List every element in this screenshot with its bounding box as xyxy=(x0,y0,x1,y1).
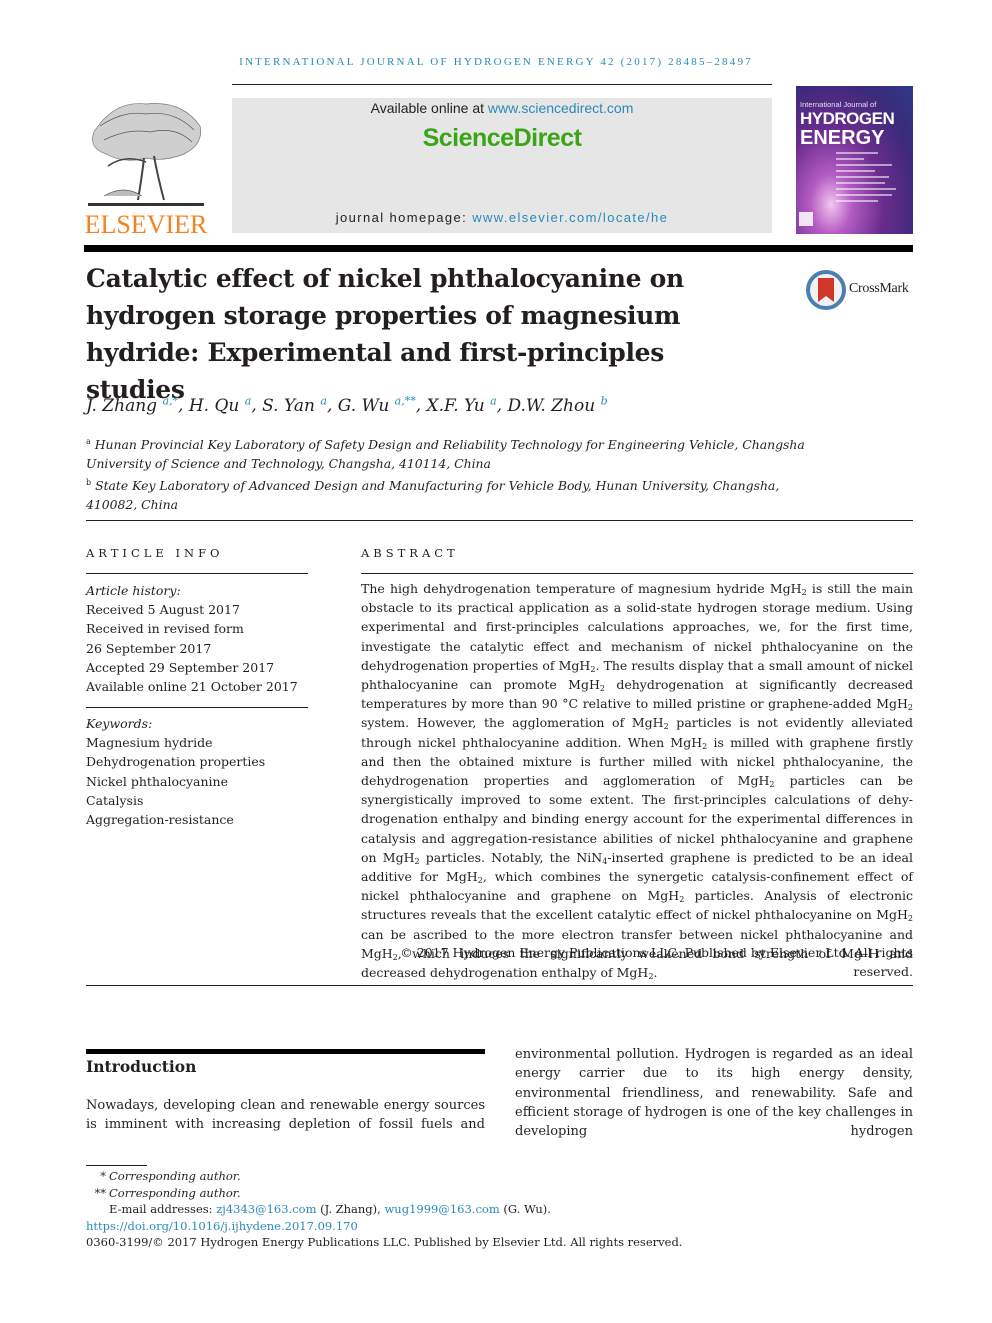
running-header: International Journal of Hydrogen Energy… xyxy=(239,56,753,68)
keywords: Keywords: Magnesium hydride Dehydrogenat… xyxy=(86,714,265,829)
crossmark-button[interactable]: CrossMark xyxy=(806,268,918,312)
footnote-rule xyxy=(86,1165,147,1166)
masthead-bottom-rule xyxy=(84,245,913,252)
keywords-rule xyxy=(86,707,308,708)
author[interactable]: J. Zhang a,* xyxy=(86,394,178,416)
email-link-wu[interactable]: wug1999@163.com xyxy=(384,1202,499,1216)
crossmark-icon xyxy=(806,270,846,310)
cover-subtitle: International Journal of xyxy=(800,100,877,109)
abstract-segment: system. However, the agglomeration of Mg… xyxy=(361,715,664,731)
keyword-item[interactable]: Nickel phthalocyanine xyxy=(86,772,265,791)
author-list: J. Zhang a,*, H. Qu a, S. Yan a, G. Wu a… xyxy=(86,394,608,416)
footnote-mark: ** xyxy=(94,1185,107,1200)
section-divider xyxy=(86,520,913,521)
author-affiliation-mark[interactable]: a,* xyxy=(162,394,178,407)
author-name: G. Wu xyxy=(337,395,390,416)
author-name: H. Qu xyxy=(188,395,240,416)
history-label: Article history: xyxy=(86,583,181,598)
author-affiliation-mark[interactable]: b xyxy=(601,394,608,407)
issn-copyright: 0360-3199/© 2017 Hydrogen Energy Publica… xyxy=(86,1235,683,1249)
keyword-item[interactable]: Aggregation-resistance xyxy=(86,810,265,829)
author-affiliation-mark[interactable]: a xyxy=(490,394,497,407)
masthead-top-rule xyxy=(232,84,772,85)
footnote-text: Corresponding author. xyxy=(109,1185,241,1200)
available-online-label: Available online at xyxy=(370,100,488,116)
affiliation-mark: b xyxy=(86,478,92,488)
author[interactable]: G. Wu a,** xyxy=(337,394,416,416)
body-column-right: environmental pollution. Hydrogen is reg… xyxy=(515,1047,913,1140)
history-item: Received in revised form xyxy=(86,621,244,637)
sciencedirect-link[interactable]: www.sciencedirect.com xyxy=(488,100,634,116)
author-affiliation-mark[interactable]: a xyxy=(245,394,252,407)
history-item: Accepted 29 September 2017 xyxy=(86,659,275,675)
sciencedirect-logo[interactable]: ScienceDirect xyxy=(232,124,772,153)
available-online-line: Available online at www.sciencedirect.co… xyxy=(232,100,772,116)
keyword-item[interactable]: Magnesium hydride xyxy=(86,733,265,752)
journal-homepage-label: journal homepage: xyxy=(335,210,473,225)
history-item: Available online 21 October 2017 xyxy=(86,679,298,695)
author[interactable]: D.W. Zhou b xyxy=(507,394,608,416)
subscript: 2 xyxy=(907,914,913,924)
article-history: Article history: Received 5 August 2017 … xyxy=(86,581,298,696)
footnote-text: Corresponding author. xyxy=(109,1169,241,1183)
affiliation-mark: a xyxy=(86,437,91,446)
affiliation-b: b State Key Laboratory of Advanced Desig… xyxy=(86,473,826,514)
subscript: 2 xyxy=(907,703,913,713)
email-owner: (G. Wu). xyxy=(499,1202,551,1216)
email-label: E-mail addresses: xyxy=(109,1202,217,1216)
article-info-rule xyxy=(86,573,308,574)
footnote-mark: * xyxy=(100,1169,106,1183)
cover-title-line1: HYDROGEN xyxy=(800,109,895,128)
section-heading-rule xyxy=(86,1049,485,1054)
section-heading-introduction: Introduction xyxy=(86,1057,197,1076)
section-divider xyxy=(86,985,913,986)
tree-icon xyxy=(88,103,204,206)
cover-title-line2: ENERGY xyxy=(800,127,885,149)
abstract-heading: ABSTRACT xyxy=(361,546,459,560)
affiliations: a Hunan Provincial Key Laboratory of Saf… xyxy=(86,432,826,514)
journal-cover-image[interactable]: International Journal of HYDROGEN ENERGY xyxy=(796,86,913,234)
crossmark-label: CrossMark xyxy=(849,281,909,296)
journal-homepage-line: journal homepage: www.elsevier.com/locat… xyxy=(232,210,772,225)
article-title: Catalytic effect of nickel phthalocyanin… xyxy=(86,264,684,404)
keyword-item[interactable]: Dehydrogenation properties xyxy=(86,752,265,771)
abstract-segment: The high dehydrogenation temperature of … xyxy=(361,581,802,596)
footnote-corresponding-2: ** Corresponding author. xyxy=(86,1185,682,1202)
keyword-item[interactable]: Catalysis xyxy=(86,791,265,810)
journal-homepage-link[interactable]: www.elsevier.com/locate/he xyxy=(472,210,668,225)
author-name: S. Yan xyxy=(262,395,315,416)
author-name: X.F. Yu xyxy=(426,395,485,416)
footnote-emails: E-mail addresses: zj4343@163.com (J. Zha… xyxy=(86,1201,682,1218)
article-info-heading: ARTICLE INFO xyxy=(86,546,224,560)
affiliation-text: State Key Laboratory of Advanced Design … xyxy=(86,478,780,513)
body-column-left: Nowadays, developing clean and renewable… xyxy=(86,1098,485,1133)
author-affiliation-mark[interactable]: a xyxy=(320,394,327,407)
author-affiliation-mark[interactable]: a,** xyxy=(395,394,416,407)
author[interactable]: H. Qu a xyxy=(188,394,252,416)
history-item: Received 5 August 2017 xyxy=(86,602,240,618)
author-name: J. Zhang xyxy=(86,395,158,416)
author[interactable]: S. Yan a xyxy=(262,394,327,416)
sciencedirect-banner: Available online at www.sciencedirect.co… xyxy=(232,98,772,233)
affiliation-a: a Hunan Provincial Key Laboratory of Saf… xyxy=(86,432,826,473)
abstract-copyright: © 2017 Hydrogen Energy Publications LLC.… xyxy=(400,945,913,979)
author[interactable]: X.F. Yu a xyxy=(426,394,497,416)
abstract-rule xyxy=(361,573,913,574)
email-link-zhang[interactable]: zj4343@163.com xyxy=(216,1202,316,1216)
author-name: D.W. Zhou xyxy=(507,395,596,416)
footnotes: * Corresponding author. ** Corresponding a… xyxy=(86,1168,682,1251)
elsevier-wordmark: ELSEVIER xyxy=(84,210,208,239)
cover-editor-list xyxy=(836,152,906,206)
abstract-text: The high dehydrogenation temperature of … xyxy=(361,579,913,982)
history-item: 26 September 2017 xyxy=(86,640,212,656)
footnote-corresponding-1: * Corresponding author. xyxy=(86,1168,682,1185)
cover-publisher-logo xyxy=(799,212,813,226)
doi-link[interactable]: https://doi.org/10.1016/j.ijhydene.2017.… xyxy=(86,1218,682,1235)
affiliation-text: Hunan Provincial Key Laboratory of Safet… xyxy=(86,437,805,472)
keywords-label: Keywords: xyxy=(86,716,153,731)
abstract-segment: particles. Notably, the NiN xyxy=(419,849,603,865)
email-owner: (J. Zhang), xyxy=(316,1202,385,1216)
